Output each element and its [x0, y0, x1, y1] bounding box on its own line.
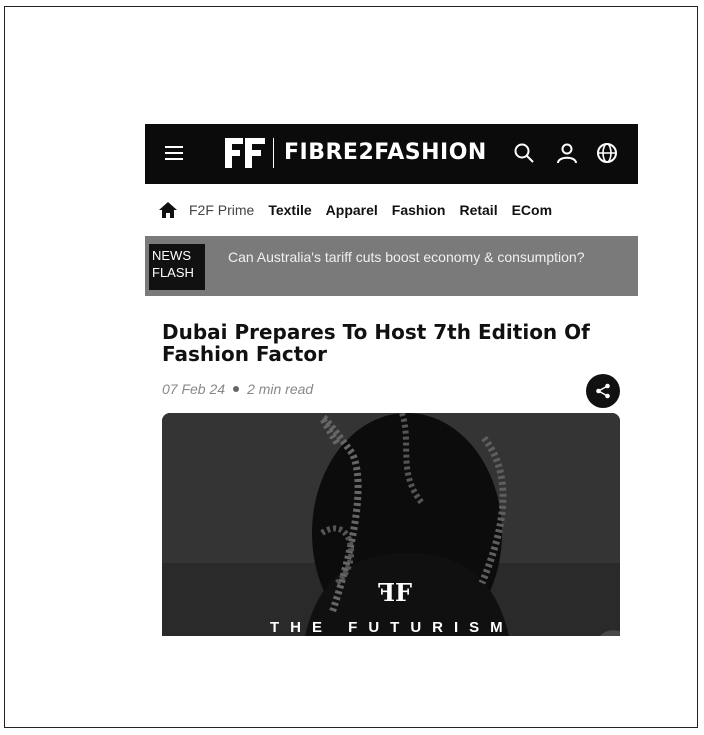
hero-brand-logo: ꟻF: [378, 578, 413, 607]
site-header: FIBRE2FASHION: [145, 124, 638, 184]
news-flash-label-line1: NEWS: [152, 248, 191, 263]
logo-divider: [273, 138, 274, 168]
article-date: 07 Feb 24: [162, 381, 226, 397]
news-flash-bar: NEWS FLASH Can Australia's tariff cuts b…: [145, 236, 638, 296]
article-meta: 07 Feb 24 2 min read: [162, 381, 313, 397]
menu-icon[interactable]: [165, 146, 183, 160]
nav-item-retail[interactable]: Retail: [459, 202, 497, 218]
category-nav: F2F Prime Textile Apparel Fashion Retail…: [145, 184, 638, 236]
f2f-logo-icon[interactable]: [223, 136, 267, 170]
nav-item-apparel[interactable]: Apparel: [326, 202, 378, 218]
meta-separator-dot: [233, 386, 240, 392]
hero-title-text: THE FUTURISM: [270, 619, 514, 636]
news-flash-headline-link[interactable]: Can Australia's tariff cuts boost econom…: [228, 248, 608, 266]
article-headline: Dubai Prepares To Host 7th Edition Of Fa…: [162, 320, 590, 366]
article-hero-image[interactable]: ꟻF THE FUTURISM: [162, 413, 620, 636]
search-icon[interactable]: [512, 141, 536, 165]
nav-item-f2f-prime[interactable]: F2F Prime: [189, 202, 254, 218]
share-icon: [596, 383, 610, 399]
home-icon[interactable]: [159, 202, 177, 218]
site-logo-text[interactable]: FIBRE2FASHION: [284, 140, 487, 165]
nav-item-fashion[interactable]: Fashion: [392, 202, 446, 218]
news-flash-label: NEWS FLASH: [149, 244, 205, 290]
mobile-viewport: FIBRE2FASHION F2F Prime Textile Apparel …: [145, 124, 638, 636]
news-flash-label-line2: FLASH: [152, 265, 194, 280]
share-button[interactable]: [586, 374, 620, 408]
article-read-time: 2 min read: [247, 381, 314, 397]
globe-icon[interactable]: [595, 141, 619, 165]
nav-item-ecom[interactable]: ECom: [512, 202, 552, 218]
nav-item-textile[interactable]: Textile: [268, 202, 311, 218]
user-icon[interactable]: [555, 141, 579, 165]
